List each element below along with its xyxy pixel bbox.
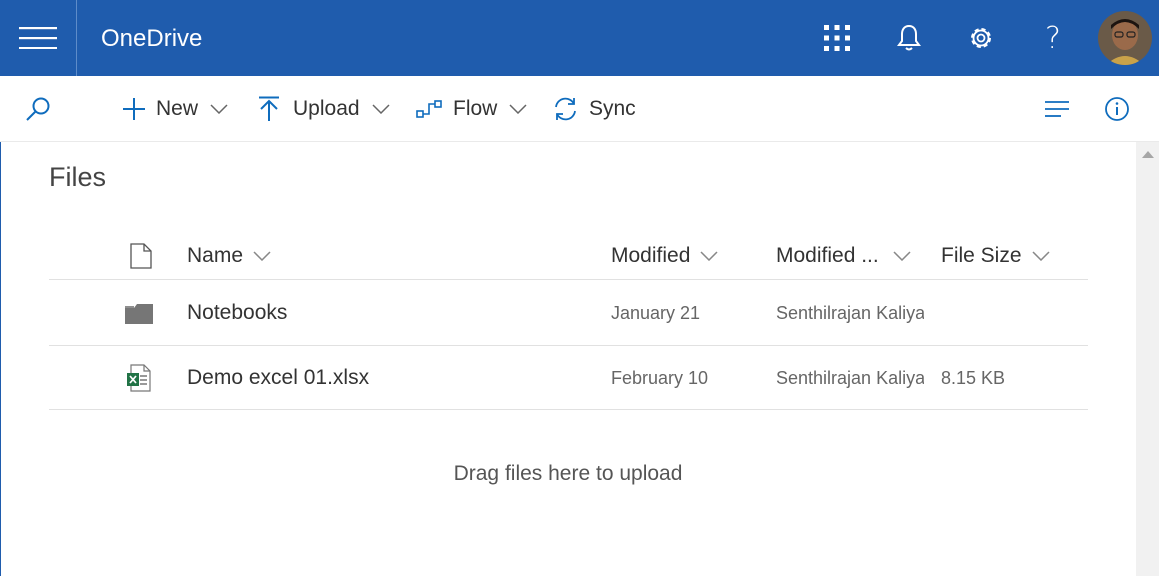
avatar[interactable] — [1098, 11, 1152, 65]
chevron-down-icon — [509, 104, 527, 114]
table-row[interactable]: Notebooks January 21 Senthilrajan Kaliya… — [49, 281, 1088, 345]
file-size-column-label: File Size — [941, 244, 1022, 267]
app-launcher-icon — [824, 25, 850, 51]
document-icon — [130, 243, 152, 269]
modified-by-column-header[interactable]: Modified ... — [776, 238, 911, 274]
app-title[interactable]: OneDrive — [101, 0, 202, 76]
chevron-down-icon — [253, 251, 271, 261]
info-button[interactable] — [1104, 76, 1130, 142]
search-button[interactable] — [25, 76, 51, 142]
sync-button[interactable]: Sync — [552, 76, 636, 142]
table-row[interactable]: Demo excel 01.xlsx February 10 Senthilra… — [49, 346, 1088, 410]
search-icon — [26, 97, 50, 121]
app-launcher-button[interactable] — [809, 0, 865, 76]
list-view-icon — [1045, 101, 1069, 117]
chevron-down-icon — [210, 104, 228, 114]
excel-file-icon — [127, 346, 151, 410]
name-column-header[interactable]: Name — [187, 238, 271, 274]
file-name-link[interactable]: Demo excel 01.xlsx — [187, 346, 369, 410]
modified-column-header[interactable]: Modified — [611, 238, 718, 274]
notifications-button[interactable] — [881, 0, 937, 76]
flow-button[interactable]: Flow — [416, 76, 527, 142]
chevron-down-icon — [700, 251, 718, 261]
modified-by: Senthilrajan Kaliyap — [776, 367, 924, 388]
modified-date: February 10 — [611, 367, 709, 388]
drag-files-hint: Drag files here to upload — [453, 462, 683, 485]
left-accent-border — [0, 142, 1, 576]
help-icon: ? — [1045, 20, 1061, 56]
upload-icon — [259, 96, 279, 121]
folder-icon — [125, 281, 153, 345]
flow-label: Flow — [453, 97, 498, 120]
profile-photo — [1098, 11, 1152, 65]
modified-column-label: Modified — [611, 244, 691, 267]
upload-label: Upload — [293, 97, 360, 120]
onedrive-app: OneDrive ? New Upload Flow Sync Files Na… — [0, 0, 1159, 576]
modified-by-column-label: Modified ... — [776, 244, 879, 267]
chevron-down-icon — [372, 104, 390, 114]
vertical-scrollbar[interactable] — [1136, 142, 1159, 576]
help-button[interactable]: ? — [1025, 0, 1081, 76]
scroll-up-arrow-icon[interactable] — [1142, 151, 1154, 158]
gear-icon — [971, 28, 991, 48]
plus-icon — [123, 98, 145, 120]
file-type-column-header[interactable] — [130, 238, 152, 274]
file-name-link[interactable]: Notebooks — [187, 281, 287, 345]
view-options-button[interactable] — [1044, 76, 1070, 142]
chevron-down-icon — [893, 251, 911, 261]
flow-icon — [416, 100, 442, 118]
page-title: Files — [49, 162, 107, 192]
file-size: 8.15 KB — [941, 367, 1006, 388]
sync-icon — [555, 97, 576, 121]
modified-date: January 21 — [611, 302, 701, 323]
settings-button[interactable] — [953, 0, 1009, 76]
name-column-label: Name — [187, 244, 244, 267]
command-bar: New Upload Flow Sync — [0, 76, 1159, 142]
new-button[interactable]: New — [122, 76, 228, 142]
chevron-down-icon — [1032, 251, 1050, 261]
new-label: New — [156, 97, 199, 120]
header-divider — [49, 279, 1088, 280]
hamburger-menu-button[interactable] — [0, 0, 77, 76]
file-size-column-header[interactable]: File Size — [941, 238, 1050, 274]
suite-bar: OneDrive ? — [0, 0, 1159, 76]
sync-label: Sync — [589, 97, 636, 120]
bell-icon — [897, 24, 921, 51]
info-icon — [1105, 97, 1129, 121]
upload-button[interactable]: Upload — [258, 76, 390, 142]
hamburger-icon — [19, 27, 57, 49]
modified-by: Senthilrajan Kaliyap — [776, 302, 924, 323]
row-divider — [49, 409, 1088, 410]
